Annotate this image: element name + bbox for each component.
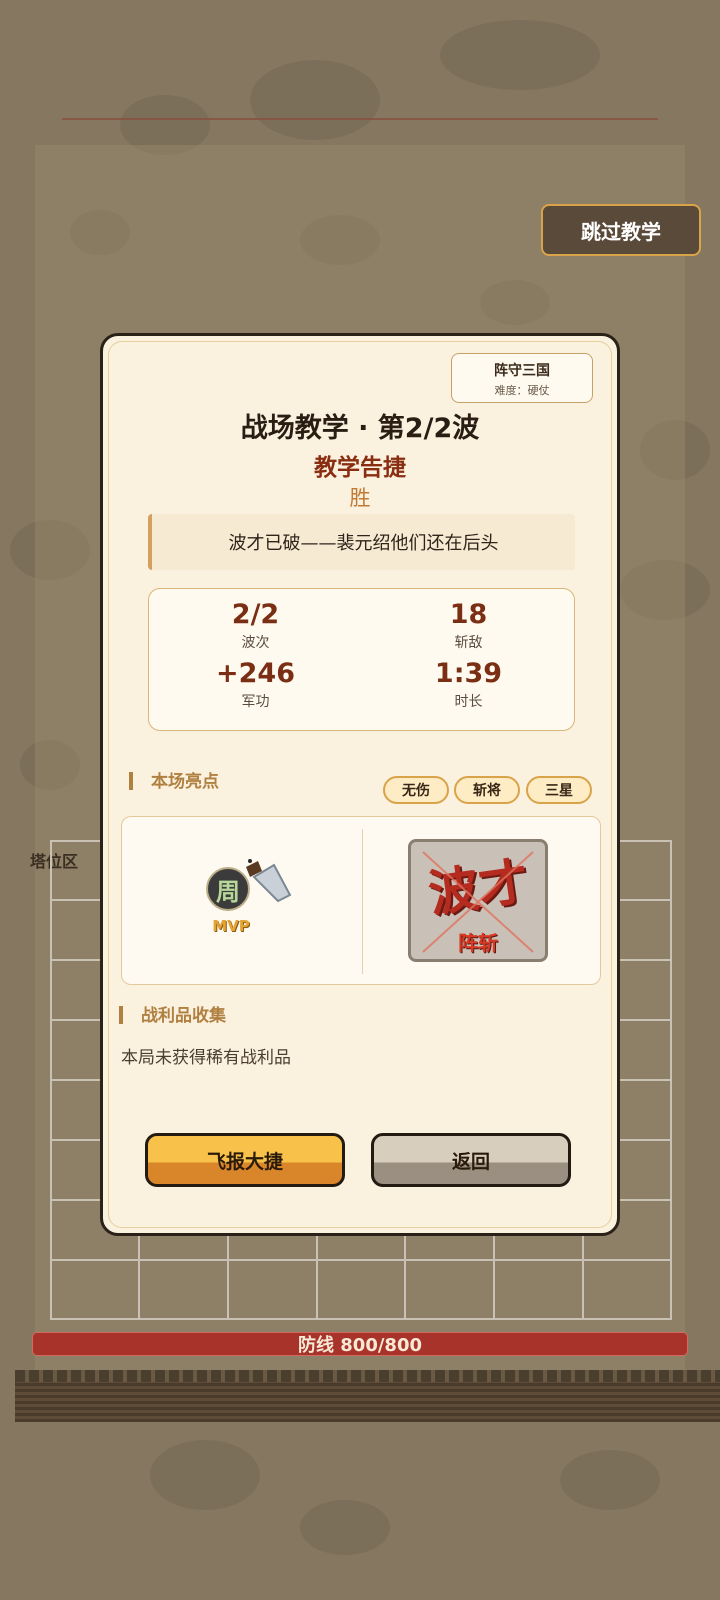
difficulty-label: 难度：硬仗 <box>494 384 550 397</box>
background-blob <box>560 1450 660 1510</box>
result-label: 胜 <box>349 486 371 510</box>
background-blob <box>440 20 600 90</box>
background-blob <box>250 60 380 140</box>
slain-label: 阵斩 <box>458 931 498 955</box>
wall-battlements <box>15 1370 720 1382</box>
back-button[interactable]: 返回 <box>371 1133 571 1187</box>
stat-value: 2/2 <box>231 599 280 630</box>
dialog-title: 战场教学 · 第2/2波 <box>240 413 480 444</box>
badge-three-star: 三星 <box>526 776 592 804</box>
stat-waves: 2/2 波次 <box>149 599 362 652</box>
background-blob <box>300 1500 390 1555</box>
skip-tutorial-button[interactable]: 跳过教学 <box>541 204 701 256</box>
badge-general-slain: 斩将 <box>454 776 520 804</box>
heading-bar <box>119 1006 123 1024</box>
city-wall <box>15 1370 720 1422</box>
game-info-tag: 阵守三国 难度：硬仗 <box>451 353 593 403</box>
battle-quote: 波才已破——裴元绍他们还在后头 <box>148 514 575 570</box>
stat-value: +246 <box>216 658 295 689</box>
stat-label: 斩敌 <box>454 635 483 651</box>
mvp-hero: 周 MVP <box>198 853 308 953</box>
stat-value: 18 <box>449 599 488 630</box>
background-blob <box>150 1440 260 1510</box>
loot-heading-text: 战利品收集 <box>141 1006 226 1026</box>
mvp-label: MVP <box>212 917 250 935</box>
wall-body <box>15 1382 720 1422</box>
highlights-heading-text: 本场亮点 <box>151 772 219 792</box>
loot-message: 本局未获得稀有战利品 <box>121 1048 291 1068</box>
dialog-subtitle: 教学告捷 <box>314 455 406 481</box>
slain-general-card: 波才 阵斩 <box>408 839 548 962</box>
stat-label: 波次 <box>241 635 270 651</box>
top-divider <box>62 118 658 120</box>
stat-duration: 1:39 时长 <box>362 658 575 711</box>
report-victory-button[interactable]: 飞报大捷 <box>145 1133 345 1187</box>
mvp-hero-portrait: 周 <box>206 867 250 911</box>
stats-panel: 2/2 波次 18 斩敌 +246 军功 1:39 时长 <box>148 588 575 731</box>
stat-merit: +246 军功 <box>149 658 362 711</box>
highlights-heading: 本场亮点 <box>129 767 219 792</box>
highlights-divider <box>362 829 363 974</box>
defense-health-bar: 防线 800/800 <box>32 1332 688 1356</box>
heading-bar <box>129 772 133 790</box>
badge-no-damage: 无伤 <box>383 776 449 804</box>
highlights-panel: 周 MVP 波才 阵斩 <box>121 816 601 985</box>
game-name: 阵守三国 <box>494 363 550 379</box>
result-dialog: 阵守三国 难度：硬仗 战场教学 · 第2/2波 教学告捷 胜 波才已破——裴元绍… <box>100 333 620 1236</box>
stat-kills: 18 斩敌 <box>362 599 575 652</box>
loot-heading: 战利品收集 <box>119 1001 226 1026</box>
stat-label: 时长 <box>454 694 483 710</box>
stat-value: 1:39 <box>434 658 503 689</box>
stat-label: 军功 <box>241 694 270 710</box>
